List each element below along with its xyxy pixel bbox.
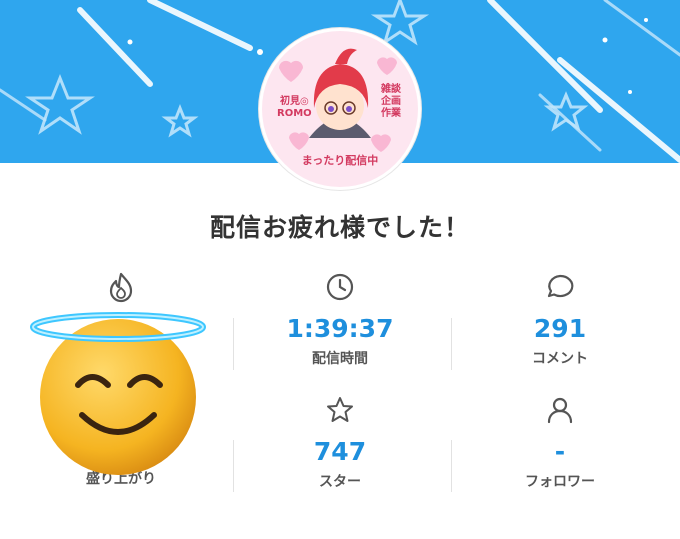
stat-label: コメント [532,351,588,367]
stat-stars: 747 スター [227,393,453,491]
star-icon [327,397,353,422]
stat-label: フォロワー [525,474,595,490]
flame-icon [109,272,133,303]
stat-value: 1:39:37 [286,314,394,343]
stat-value: 291 [533,314,587,343]
person-icon [547,397,573,424]
stat-label: 配信時間 [312,351,368,367]
page-title: 配信お疲れ様でした！ [209,213,470,242]
clock-icon [326,273,354,301]
smiling-halo-emoji [30,312,206,475]
avatar-left-text: 初見◎ ROMO [277,96,312,119]
stat-comments: 291 コメント [447,270,673,368]
stat-stream-time: 1:39:37 配信時間 [227,270,453,368]
stat-value: 747 [313,437,367,466]
stat-followers: - フォロワー [447,393,673,491]
avatar-bottom-text: まったり配信中 [301,154,379,167]
comment-icon [547,274,574,298]
stat-value: - [554,437,566,466]
stat-label: スター [319,474,361,490]
avatar-right-text: 雑談 企画 作業 [381,84,401,119]
streamer-avatar[interactable]: 初見◎ ROMO 雑談 企画 作業 まったり配信中 [259,28,421,190]
